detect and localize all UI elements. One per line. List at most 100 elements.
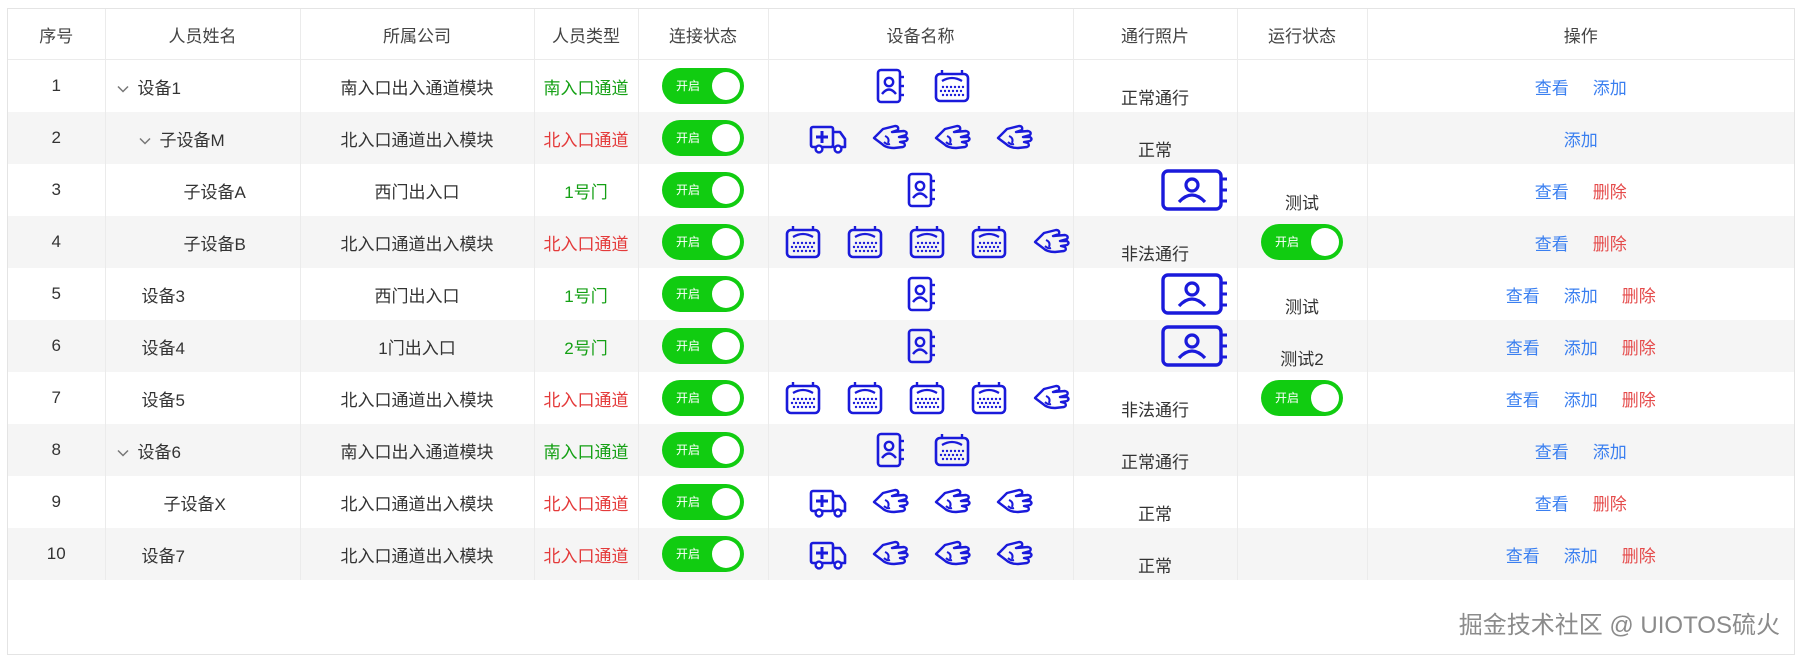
connection-toggle[interactable]: 开启: [662, 536, 744, 572]
table-header-row: 序号 人员姓名 所属公司 人员类型 连接状态 设备名称 通行照片 运行状态 操作: [8, 9, 1794, 60]
header-index: 序号: [8, 9, 106, 60]
connection-toggle[interactable]: 开启: [662, 172, 744, 208]
contact-card-icon: [870, 430, 910, 470]
chevron-down-icon[interactable]: [116, 446, 130, 460]
pass-photo-cell: 正常通行: [1073, 59, 1238, 112]
toggle-label: 开启: [676, 547, 701, 561]
device-icons-cell: [768, 320, 1074, 372]
run-toggle[interactable]: 开启: [1261, 380, 1343, 416]
toggle-knob: [712, 488, 740, 516]
add-button[interactable]: 添加: [1564, 339, 1598, 358]
person-name-cell: 设备6: [105, 424, 301, 476]
row-index: 9: [8, 476, 106, 528]
view-button[interactable]: 查看: [1506, 547, 1540, 566]
connection-toggle[interactable]: 开启: [662, 484, 744, 520]
actions-cell: 查看 添加 删除: [1367, 268, 1794, 320]
hand-icon: [932, 482, 972, 522]
person-name: 设备4: [141, 338, 185, 358]
person-type: 南入口通道: [534, 59, 639, 112]
company: 西门出入口: [300, 164, 535, 216]
connection-toggle[interactable]: 开启: [662, 276, 744, 312]
speaker-icon: [969, 378, 1009, 418]
connection-toggle[interactable]: 开启: [662, 224, 744, 260]
delete-button[interactable]: 删除: [1593, 235, 1627, 254]
delete-button[interactable]: 删除: [1593, 183, 1627, 202]
run-status-text: 测试2: [1280, 349, 1324, 369]
view-button[interactable]: 查看: [1506, 339, 1540, 358]
company: 北入口通道出入模块: [300, 476, 535, 528]
person-type: 北入口通道: [534, 112, 639, 164]
delete-button[interactable]: 删除: [1622, 547, 1656, 566]
pass-photo-cell: [1073, 268, 1238, 320]
view-button[interactable]: 查看: [1535, 183, 1569, 202]
connection-toggle[interactable]: 开启: [662, 120, 744, 156]
connection-status-cell: 开启: [638, 476, 769, 528]
speaker-icon: [783, 222, 823, 262]
header-device-name: 设备名称: [768, 9, 1074, 60]
person-type: 北入口通道: [534, 476, 639, 528]
connection-status-cell: 开启: [638, 164, 769, 216]
view-button[interactable]: 查看: [1535, 495, 1569, 514]
pass-status-text: 正常: [1138, 140, 1172, 160]
person-name-cell: 设备1: [105, 59, 301, 112]
row-index: 6: [8, 320, 106, 372]
pass-photo-icon: [1159, 324, 1231, 368]
device-icons-cell: [768, 424, 1074, 476]
person-name-cell: 子设备A: [105, 164, 301, 216]
actions-cell: 查看 添加 删除: [1367, 372, 1794, 424]
contact-card-icon: [901, 274, 941, 314]
connection-toggle[interactable]: 开启: [662, 328, 744, 364]
table-row: 10 设备7 北入口通道出入模块 北入口通道 开启 正常 查看 添加 删除: [8, 528, 1794, 580]
run-status-cell: [1237, 112, 1368, 164]
ambulance-icon: [808, 534, 848, 574]
add-button[interactable]: 添加: [1593, 443, 1627, 462]
delete-button[interactable]: 删除: [1622, 391, 1656, 410]
person-name: 设备1: [137, 78, 181, 98]
table-container: 序号 人员姓名 所属公司 人员类型 连接状态 设备名称 通行照片 运行状态 操作…: [7, 8, 1795, 655]
add-button[interactable]: 添加: [1564, 391, 1598, 410]
add-button[interactable]: 添加: [1593, 79, 1627, 98]
contact-card-icon: [870, 66, 910, 106]
device-icons-cell: [768, 164, 1074, 216]
person-type: 南入口通道: [534, 424, 639, 476]
add-button[interactable]: 添加: [1564, 547, 1598, 566]
run-toggle[interactable]: 开启: [1261, 224, 1343, 260]
toggle-knob: [712, 72, 740, 100]
delete-button[interactable]: 删除: [1622, 287, 1656, 306]
connection-toggle[interactable]: 开启: [662, 432, 744, 468]
connection-status-cell: 开启: [638, 112, 769, 164]
delete-button[interactable]: 删除: [1622, 339, 1656, 358]
contact-card-icon: [901, 326, 941, 366]
person-name-cell: 子设备B: [105, 216, 301, 268]
chevron-down-icon[interactable]: [138, 134, 152, 148]
header-actions: 操作: [1367, 9, 1794, 60]
chevron-down-icon[interactable]: [116, 82, 130, 96]
connection-status-cell: 开启: [638, 268, 769, 320]
row-index: 4: [8, 216, 106, 268]
view-button[interactable]: 查看: [1506, 287, 1540, 306]
run-status-cell: 测试: [1237, 164, 1368, 216]
person-name-cell: 设备3: [105, 268, 301, 320]
run-status-cell: 测试: [1237, 268, 1368, 320]
company: 北入口通道出入模块: [300, 216, 535, 268]
table-row: 8 设备6 南入口出入通道模块 南入口通道 开启 正常通行 查看 添加: [8, 424, 1794, 476]
add-button[interactable]: 添加: [1564, 287, 1598, 306]
header-pass-photo: 通行照片: [1073, 9, 1238, 60]
delete-button[interactable]: 删除: [1593, 495, 1627, 514]
connection-toggle[interactable]: 开启: [662, 380, 744, 416]
toggle-label: 开启: [676, 287, 701, 301]
view-button[interactable]: 查看: [1535, 235, 1569, 254]
connection-toggle[interactable]: 开启: [662, 68, 744, 104]
person-name: 子设备A: [183, 182, 246, 202]
view-button[interactable]: 查看: [1506, 391, 1540, 410]
device-icons-cell: [768, 476, 1074, 528]
device-icons-cell: [768, 112, 1074, 164]
view-button[interactable]: 查看: [1535, 79, 1569, 98]
speaker-icon: [845, 378, 885, 418]
company: 北入口通道出入模块: [300, 112, 535, 164]
pass-photo-cell: 正常: [1073, 112, 1238, 164]
person-name: 设备3: [141, 286, 185, 306]
add-button[interactable]: 添加: [1564, 131, 1598, 150]
run-status-cell: [1237, 59, 1368, 112]
view-button[interactable]: 查看: [1535, 443, 1569, 462]
